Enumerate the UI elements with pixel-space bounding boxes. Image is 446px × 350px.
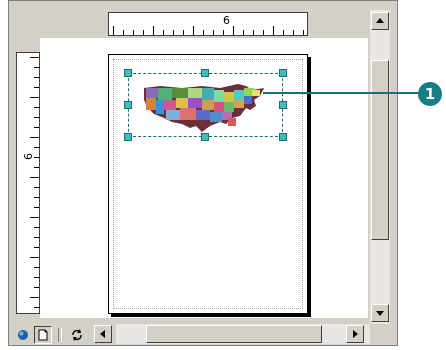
ruler-tick (34, 197, 39, 198)
resize-handle-middle-left[interactable] (124, 101, 132, 109)
ruler-tick (273, 26, 274, 35)
ruler-tick (34, 237, 39, 238)
ruler-tick (223, 30, 224, 35)
ruler-tick (34, 127, 39, 128)
ruler-tick (173, 30, 174, 35)
ruler-tick (34, 247, 39, 248)
ruler-tick (34, 187, 39, 188)
ruler-tick (213, 30, 214, 35)
ruler-tick (34, 67, 39, 68)
horizontal-scrollbar[interactable] (94, 324, 370, 344)
ruler-tick (34, 167, 39, 168)
ruler-tick (34, 147, 39, 148)
resize-handle-middle-right[interactable] (279, 101, 287, 109)
vertical-scroll-thumb[interactable] (371, 60, 389, 240)
horizontal-scroll-thumb[interactable] (146, 325, 322, 343)
down-triangle-icon (376, 311, 384, 316)
ruler-tick (34, 107, 39, 108)
left-triangle-icon (100, 330, 105, 338)
refresh-arrows-icon (72, 329, 82, 341)
ruler-tick (30, 297, 39, 298)
resize-handle-top-left[interactable] (124, 69, 132, 77)
ruler-tick (34, 307, 39, 308)
ruler-tick (30, 57, 39, 58)
page-icon (38, 329, 48, 341)
toolbar-separator (58, 328, 62, 342)
right-triangle-icon (353, 330, 358, 338)
resize-handle-bottom-middle[interactable] (201, 133, 209, 141)
layout-view-icon[interactable] (34, 326, 52, 344)
globe-icon (18, 330, 28, 340)
callout-leader-line (263, 92, 421, 94)
ruler-tick (30, 217, 39, 218)
vertical-ruler-label: 6 (22, 153, 35, 160)
ruler-tick (233, 26, 234, 35)
callout-number-badge: 1 (418, 82, 442, 106)
resize-handle-bottom-right[interactable] (279, 133, 287, 141)
ruler-tick (283, 30, 284, 35)
ruler-tick (34, 267, 39, 268)
ruler-tick (253, 30, 254, 35)
ruler-tick (153, 26, 154, 35)
ruler-tick (193, 26, 194, 35)
ruler-tick (243, 30, 244, 35)
ruler-tick (30, 137, 39, 138)
data-view-icon[interactable] (14, 326, 32, 344)
ruler-tick (34, 77, 39, 78)
resize-handle-top-right[interactable] (279, 69, 287, 77)
ruler-tick (163, 30, 164, 35)
ruler-tick (34, 117, 39, 118)
ruler-tick (183, 30, 184, 35)
ruler-tick (263, 30, 264, 35)
refresh-icon[interactable] (68, 326, 86, 344)
scroll-up-arrow-icon[interactable] (371, 12, 389, 30)
scroll-left-arrow-icon[interactable] (94, 325, 112, 343)
horizontal-ruler-label: 6 (223, 14, 230, 27)
ruler-tick (30, 177, 39, 178)
scroll-down-arrow-icon[interactable] (371, 304, 389, 322)
map-frame-selection[interactable] (128, 73, 283, 137)
horizontal-ruler: 6 (108, 12, 308, 36)
ruler-tick (113, 26, 114, 35)
up-triangle-icon (376, 18, 384, 23)
ruler-tick (34, 157, 39, 158)
ruler-tick (34, 287, 39, 288)
vertical-ruler: 6 (16, 52, 40, 314)
ruler-tick (34, 227, 39, 228)
ruler-tick (143, 30, 144, 35)
ruler-tick (30, 97, 39, 98)
ruler-tick (30, 257, 39, 258)
ruler-tick (203, 30, 204, 35)
ruler-tick (34, 277, 39, 278)
ruler-tick (303, 30, 304, 35)
ruler-tick (293, 30, 294, 35)
ruler-tick (34, 207, 39, 208)
ruler-tick (133, 30, 134, 35)
ruler-tick (123, 30, 124, 35)
scroll-right-arrow-icon[interactable] (346, 325, 364, 343)
ruler-tick (34, 87, 39, 88)
resize-handle-top-middle[interactable] (201, 69, 209, 77)
resize-handle-bottom-left[interactable] (124, 133, 132, 141)
